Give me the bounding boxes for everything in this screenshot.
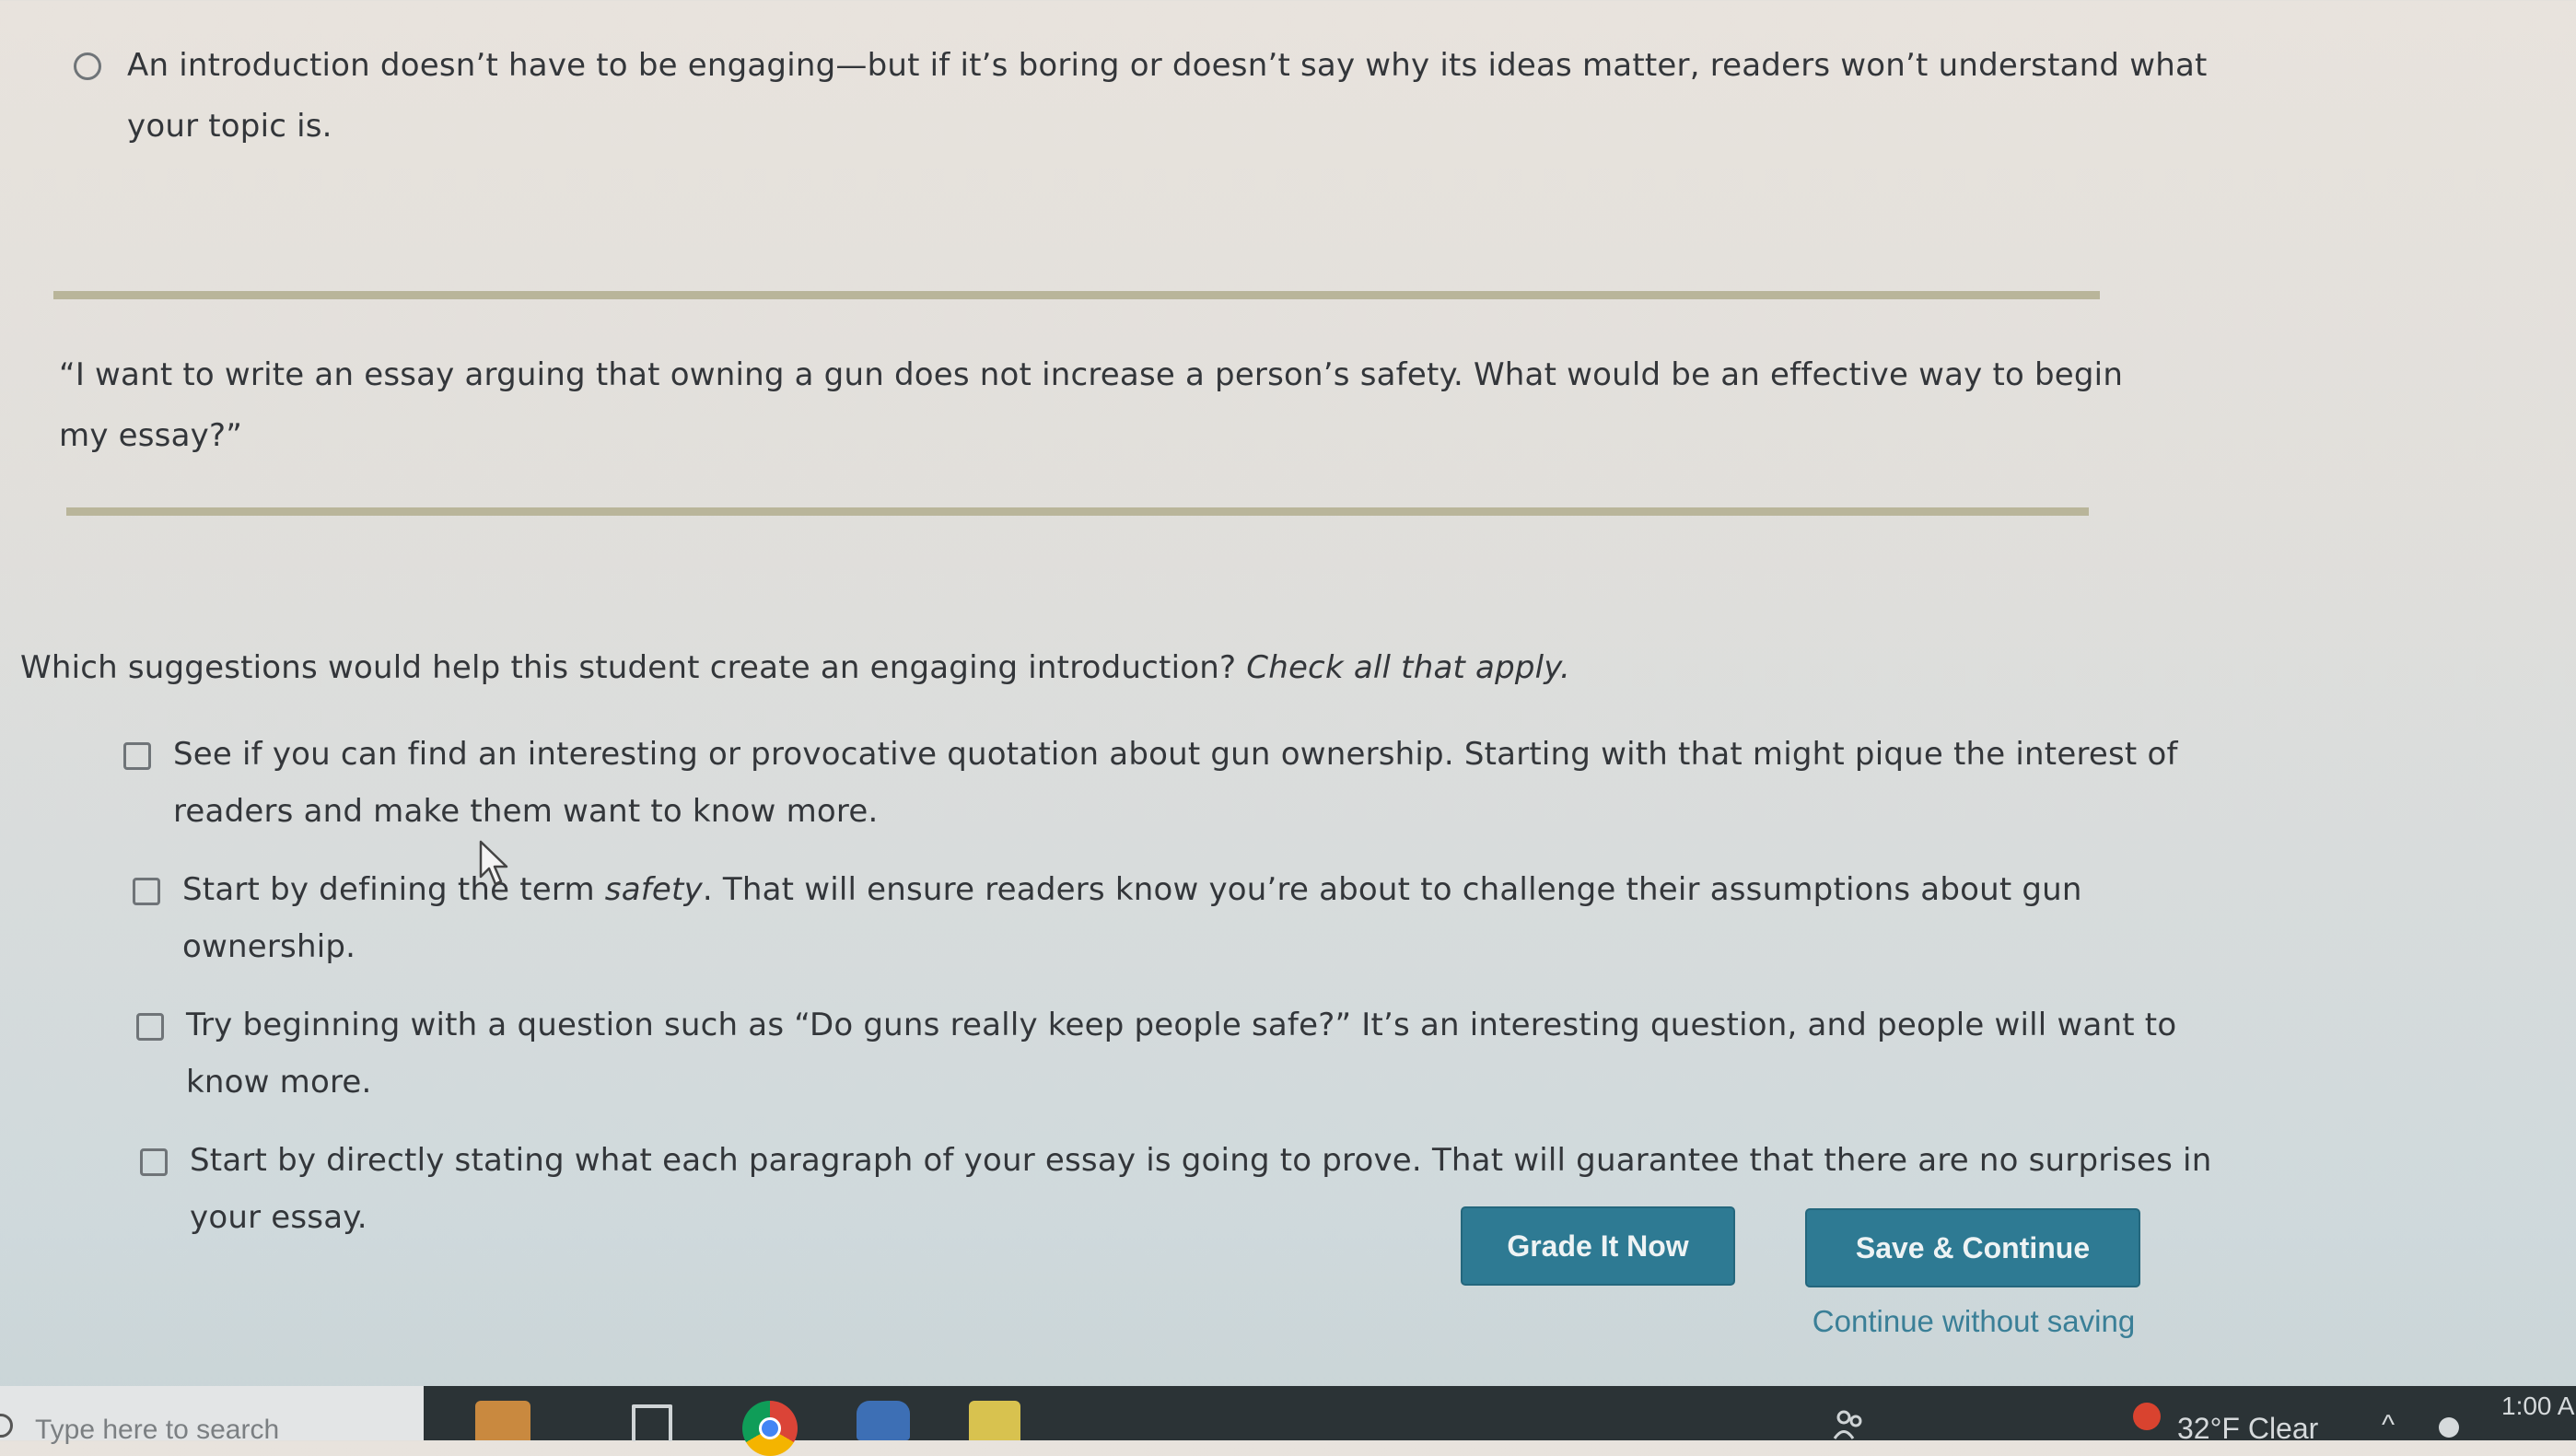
security-app-icon[interactable] <box>857 1401 910 1440</box>
file-explorer-icon[interactable] <box>475 1401 530 1440</box>
option-item[interactable]: Try beginning with a question such as “D… <box>136 996 2242 1111</box>
people-glyph-icon <box>1833 1410 1862 1439</box>
tray-app-icon[interactable] <box>2439 1417 2459 1438</box>
save-and-continue-button[interactable]: Save & Continue <box>1805 1208 2140 1287</box>
option-text: Try beginning with a question such as “D… <box>186 1007 2177 1101</box>
taskbar-search-placeholder: Type here to search <box>35 1415 280 1445</box>
mouse-cursor-icon <box>479 840 508 886</box>
student-quote: “I want to write an essay arguing that o… <box>59 356 2124 454</box>
checkbox[interactable] <box>140 1148 168 1176</box>
checkbox[interactable] <box>136 1013 164 1041</box>
grade-it-now-button[interactable]: Grade It Now <box>1461 1206 1735 1286</box>
taskbar-clock[interactable]: 1:00 A <box>2501 1392 2574 1421</box>
radio-option-text: An introduction doesn’t have to be engag… <box>127 47 2208 145</box>
checkbox-options-list: See if you can find an interesting or pr… <box>123 726 2242 1267</box>
weather-text[interactable]: 32°F Clear <box>2177 1412 2318 1446</box>
search-icon <box>0 1414 13 1438</box>
question-text: Which suggestions would help this studen… <box>20 649 1237 686</box>
checkbox[interactable] <box>133 878 160 905</box>
option-text-start: Start by defining the term <box>182 871 605 908</box>
option-item[interactable]: Start by defining the term safety. That … <box>133 861 2242 975</box>
continue-without-saving-link[interactable]: Continue without saving <box>1803 1304 2144 1339</box>
windows-taskbar: Type here to search 32°F Clear ^ 1:00 A <box>0 1386 2576 1456</box>
checkbox[interactable] <box>123 742 151 770</box>
option-text: See if you can find an interesting or pr… <box>173 736 2178 830</box>
divider <box>53 291 2100 299</box>
answer-option-radio[interactable]: An introduction doesn’t have to be engag… <box>74 41 2229 157</box>
question-instruction: Check all that apply. <box>1246 649 1570 686</box>
files-app-icon[interactable] <box>969 1401 1020 1440</box>
weather-icon[interactable] <box>2133 1403 2161 1430</box>
people-icon[interactable] <box>1833 1408 1866 1440</box>
chrome-icon[interactable] <box>742 1401 798 1456</box>
assignment-page: An introduction doesn’t have to be engag… <box>0 0 2576 1386</box>
taskbar-search-box[interactable]: Type here to search <box>0 1386 424 1445</box>
question-prompt: Which suggestions would help this studen… <box>20 637 2231 698</box>
option-text-emphasis: safety <box>604 871 703 908</box>
task-view-icon[interactable] <box>632 1404 672 1441</box>
tray-chevron-icon[interactable]: ^ <box>2382 1410 2395 1441</box>
divider <box>66 507 2089 516</box>
chrome-icon-center <box>759 1417 781 1439</box>
option-item[interactable]: See if you can find an interesting or pr… <box>123 726 2242 840</box>
radio-button[interactable] <box>74 52 101 80</box>
